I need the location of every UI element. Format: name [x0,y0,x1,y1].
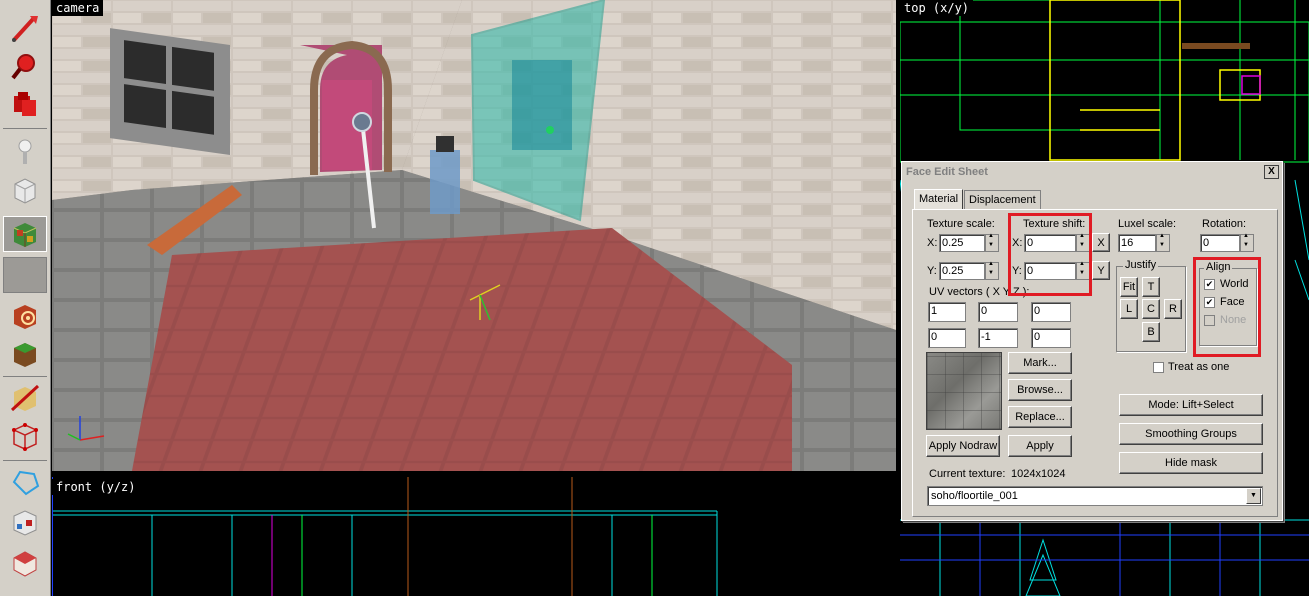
uv-vector-v-x[interactable]: 0 [928,328,966,348]
current-texture-size: 1024x1024 [1011,468,1066,480]
texture-preview[interactable] [926,352,1002,430]
dialog-title: Face Edit Sheet [906,166,988,178]
uv-vector-v-z[interactable]: 0 [1031,328,1071,348]
block-tool-button[interactable] [3,172,47,208]
front-viewport-label: front (y/z) [52,479,140,495]
close-button[interactable]: X [1264,165,1279,179]
tab-material[interactable]: Material [914,189,964,210]
overlay-tool-button[interactable] [3,336,47,372]
cordon-tool-button[interactable] [3,504,47,540]
justify-group-title: Justify [1123,259,1159,271]
luxel-scale-label: Luxel scale: [1118,218,1177,230]
camera-tool-button[interactable] [3,86,47,122]
justify-fit-button[interactable]: Fit [1120,277,1138,297]
treat-as-one-checkbox[interactable] [1153,362,1164,373]
texture-application-icon [13,223,37,247]
replace-button[interactable]: Replace... [1008,406,1072,428]
blank-tool-button[interactable] [3,257,47,293]
pointer-tool-icon [12,16,38,42]
uv-vector-u-y[interactable]: 0 [978,302,1018,322]
tool-palette [0,0,51,596]
align-highlight [1193,257,1261,357]
material-tab-panel: Texture scale: X: 0.25 Y: 0.25 Texture s… [912,209,1278,517]
texture-shift-highlight [1008,213,1092,296]
top-viewport-label: top (x/y) [900,0,974,16]
current-texture-name: soho/floortile_001 [931,490,1018,502]
texture-scale-y-input[interactable]: 0.25 [939,262,985,280]
camera-tool-icon [14,92,36,116]
justify-bottom-button[interactable]: B [1142,322,1160,342]
entity-tool-button[interactable] [3,134,47,170]
mode-button[interactable]: Mode: Lift+Select [1119,394,1263,416]
justify-center-button[interactable]: C [1142,299,1160,319]
camera-viewport-label: camera [52,0,104,16]
magnify-tool-button[interactable] [3,48,47,84]
mark-button[interactable]: Mark... [1008,352,1072,374]
apply-button[interactable]: Apply [1008,435,1072,457]
vertex-tool-button[interactable] [3,418,47,454]
apply-decal-button[interactable] [3,298,47,334]
vertex-tool-icon [12,423,38,451]
luxel-scale-input[interactable]: 16 [1118,234,1156,252]
luxel-scale-spinner[interactable] [1156,233,1170,252]
texture-scale-label: Texture scale: [927,218,995,230]
texture-scale-x-spinner[interactable] [985,233,999,252]
justify-right-button[interactable]: R [1164,299,1182,319]
texture-scale-y-label: Y: [927,265,937,277]
apply-nodraw-button[interactable]: Apply Nodraw [926,435,1000,457]
justify-top-button[interactable]: T [1142,277,1160,297]
chevron-down-icon[interactable]: ▼ [1246,488,1261,504]
front-wireframe [52,477,718,596]
texture-scale-y-spinner[interactable] [985,261,999,280]
camera-viewport[interactable]: camera [52,0,896,471]
clipping-tool-icon [10,384,40,412]
uv-vector-v-y[interactable]: -1 [978,328,1018,348]
texture-scale-x-input[interactable]: 0.25 [939,234,985,252]
justify-left-button[interactable]: L [1120,299,1138,319]
rotation-label: Rotation: [1202,218,1247,230]
uv-vector-u-z[interactable]: 0 [1031,302,1071,322]
face-edit-sheet-dialog: Face Edit Sheet X Material Displacement … [901,161,1283,521]
rotation-input[interactable]: 0 [1200,234,1240,252]
texture-shift-x-button[interactable]: X [1092,233,1110,252]
texture-shift-y-button[interactable]: Y [1092,261,1110,280]
tab-displacement[interactable]: Displacement [964,190,1041,209]
current-texture-label: Current texture: [929,468,1006,480]
justify-group: Justify Fit T L C R B [1116,259,1186,352]
pointer-tool-button[interactable] [3,10,47,46]
overlay-tool-icon [14,343,36,367]
apply-decal-icon [14,305,36,329]
brush-carve-button[interactable] [3,544,47,580]
uv-vector-u-x[interactable]: 1 [928,302,966,322]
hide-mask-button[interactable]: Hide mask [1119,452,1263,474]
clipping-tool-button[interactable] [3,380,47,416]
cordon-tool-icon [13,510,37,536]
front-viewport[interactable]: front (y/z) [52,477,896,596]
path-tool-button[interactable] [3,464,47,500]
browse-button[interactable]: Browse... [1008,379,1072,401]
entity-tool-icon [18,139,32,164]
texture-scale-x-label: X: [927,237,938,249]
rotation-spinner[interactable] [1240,233,1254,252]
magnify-tool-icon [11,54,35,80]
treat-as-one-label: Treat as one [1168,361,1230,373]
block-tool-icon [14,178,36,204]
texture-application-button[interactable] [3,216,47,252]
dialog-title-bar[interactable]: Face Edit Sheet X [902,162,1282,182]
current-texture-dropdown[interactable]: soho/floortile_001 ▼ [927,486,1263,506]
brush-carve-icon [13,551,37,577]
path-tool-icon [12,470,40,496]
smoothing-groups-button[interactable]: Smoothing Groups [1119,423,1263,445]
camera-scene [52,0,896,471]
